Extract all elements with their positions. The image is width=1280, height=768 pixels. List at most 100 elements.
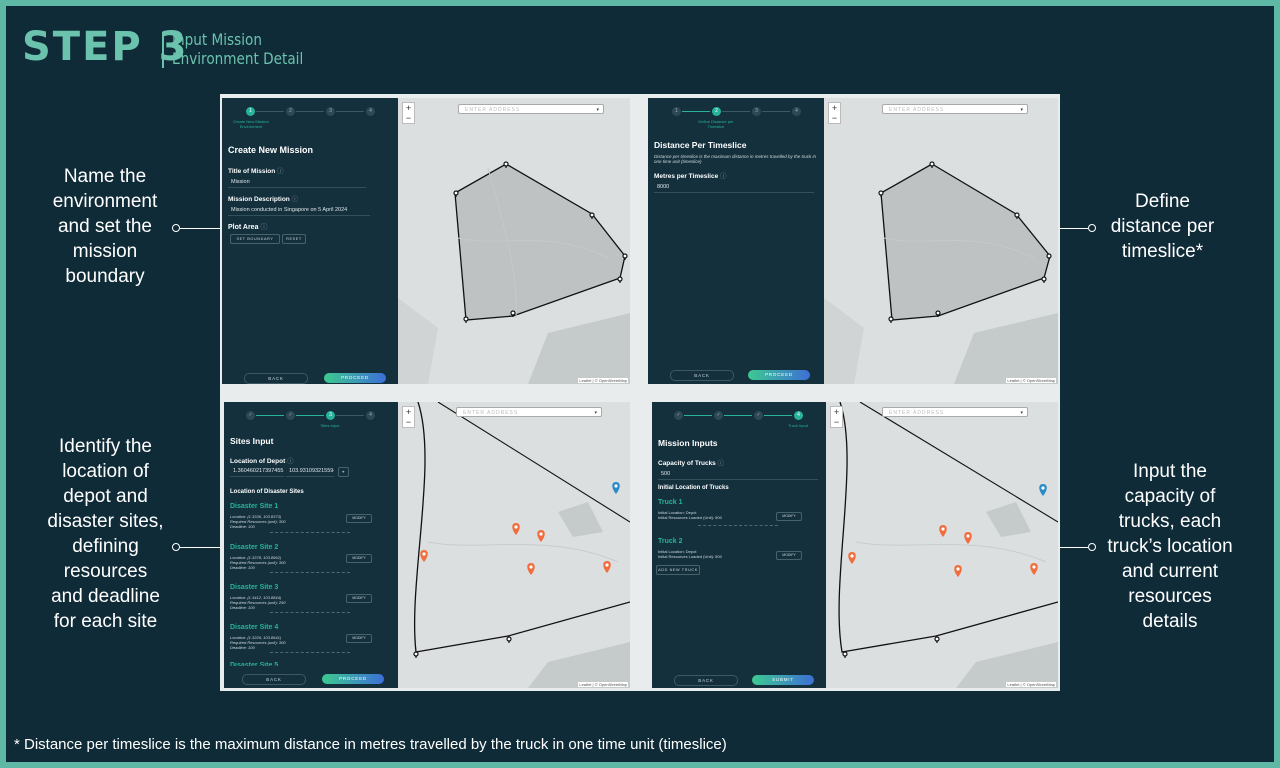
- annotation-environment: Name the environment and set the mission…: [30, 164, 180, 289]
- step-4[interactable]: 4: [366, 107, 375, 116]
- map-canvas: [824, 163, 1058, 384]
- map-attribution[interactable]: Leaflet | © OpenStreetMap: [578, 682, 628, 687]
- annotation-line: Input the: [1133, 461, 1207, 482]
- reset-button[interactable]: RESET: [282, 234, 306, 244]
- annotation-line: resources: [1128, 586, 1212, 607]
- zoom-out-button[interactable]: −: [831, 417, 842, 427]
- proceed-button[interactable]: PROCEED: [324, 373, 386, 383]
- divider: [270, 652, 350, 653]
- step-line: [296, 111, 324, 112]
- sites-input-panel: ✓ ✓ 3 4 Sites Input Sites Input Location…: [224, 402, 398, 688]
- modify-site-3-button[interactable]: MODIFY: [346, 594, 372, 603]
- step-1-done[interactable]: ✓: [246, 411, 255, 420]
- label-text: Capacity of Trucks: [658, 460, 716, 467]
- proceed-button[interactable]: PROCEED: [322, 674, 384, 684]
- back-button[interactable]: BACK: [674, 675, 738, 686]
- proceed-button[interactable]: PROCEED: [748, 370, 810, 380]
- depot-latitude-input[interactable]: 1.360460217397455: [230, 466, 284, 477]
- locate-pin-icon[interactable]: ⌖: [338, 467, 349, 477]
- depot-longitude-input[interactable]: 103.931093215594: [286, 466, 334, 477]
- map-view[interactable]: + − ENTER ADDRESS ▾ Leaflet | © OpenStreet…: [398, 402, 630, 688]
- step-4[interactable]: 4: [792, 107, 801, 116]
- step-label: Define Distance per Timeslice: [698, 119, 734, 129]
- zoom-in-button[interactable]: +: [831, 407, 842, 417]
- step-3[interactable]: 3: [326, 107, 335, 116]
- annotation-line: truck’s location: [1107, 536, 1233, 557]
- step-line: [256, 415, 284, 416]
- modify-truck-1-button[interactable]: MODIFY: [776, 512, 802, 521]
- info-icon: ⓘ: [717, 460, 725, 467]
- modify-site-1-button[interactable]: MODIFY: [346, 514, 372, 523]
- step-line: [336, 111, 364, 112]
- divider: [270, 572, 350, 573]
- truck-resources: Initial Resources Loaded (Unit): 500: [658, 515, 722, 520]
- address-search-input[interactable]: ENTER ADDRESS ▾: [882, 104, 1028, 114]
- step-3-done[interactable]: ✓: [754, 411, 763, 420]
- back-button[interactable]: BACK: [244, 373, 308, 384]
- annotation-line: timeslice*: [1121, 241, 1204, 262]
- address-search-input[interactable]: ENTER ADDRESS ▾: [458, 104, 604, 114]
- back-button[interactable]: BACK: [242, 674, 306, 685]
- zoom-in-button[interactable]: +: [829, 103, 840, 113]
- step-2[interactable]: 2: [712, 107, 721, 116]
- step-4[interactable]: 4: [794, 411, 803, 420]
- map-attribution[interactable]: Leaflet | © OpenStreetMap: [578, 378, 628, 383]
- zoom-out-button[interactable]: −: [829, 113, 840, 123]
- address-search-input[interactable]: ENTER ADDRESS ▾: [456, 407, 602, 417]
- label-text: Mission Description: [228, 196, 290, 203]
- step-4[interactable]: 4: [366, 411, 375, 420]
- map-attribution[interactable]: Leaflet | © OpenStreetMap: [1006, 682, 1056, 687]
- step-2[interactable]: 2: [286, 107, 295, 116]
- zoom-in-button[interactable]: +: [403, 103, 414, 113]
- zoom-in-button[interactable]: +: [403, 407, 414, 417]
- annotation-line: trucks, each: [1118, 511, 1222, 532]
- set-boundary-button[interactable]: SET BOUNDARY: [230, 234, 280, 244]
- modify-site-4-button[interactable]: MODIFY: [346, 634, 372, 643]
- search-placeholder: ENTER ADDRESS: [465, 107, 521, 113]
- info-icon: ⓘ: [720, 173, 727, 180]
- map-canvas: [838, 402, 1058, 688]
- submit-button[interactable]: SUBMIT: [752, 675, 814, 685]
- truck-capacity-input[interactable]: 500: [658, 469, 818, 480]
- step-3[interactable]: 3: [752, 107, 761, 116]
- step-line: [722, 111, 750, 112]
- connector-line: [180, 228, 222, 229]
- distance-description: Distance per timeslice is the maximum di…: [654, 154, 817, 164]
- connector-line: [180, 547, 222, 548]
- zoom-out-button[interactable]: −: [403, 417, 414, 427]
- modify-truck-2-button[interactable]: MODIFY: [776, 551, 802, 560]
- label-text: Location of Depot: [230, 458, 286, 465]
- map-view[interactable]: + − ENTER ADDRESS ▾ Leaflet | © OpenStreet…: [826, 402, 1058, 688]
- map-attribution[interactable]: Leaflet | © OpenStreetMap: [1006, 378, 1056, 383]
- step-2-done[interactable]: ✓: [286, 411, 295, 420]
- label-text: Metres per Timeslice: [654, 173, 719, 180]
- zoom-out-button[interactable]: −: [403, 113, 414, 123]
- annotation-distance: Define distance per timeslice*: [1090, 189, 1235, 264]
- step-1-done[interactable]: ✓: [674, 411, 683, 420]
- truck-resources: Initial Resources Loaded (Unit): 500: [658, 554, 722, 559]
- annotation-line: and deadline: [51, 586, 160, 607]
- add-new-truck-button[interactable]: ADD NEW TRUCK: [656, 565, 700, 575]
- site-name-partial: Disaster Site 5: [230, 662, 279, 666]
- step-1[interactable]: 1: [246, 107, 255, 116]
- step-line: [256, 111, 284, 112]
- info-icon: ⓘ: [287, 458, 294, 465]
- back-button[interactable]: BACK: [670, 370, 734, 381]
- step-2-done[interactable]: ✓: [714, 411, 723, 420]
- connector-dot: [172, 224, 180, 232]
- step-label: Sites Input: [320, 423, 340, 428]
- mission-description-input[interactable]: Mission conducted in Singapore on 5 Apri…: [228, 205, 370, 216]
- annotation-line: mission: [72, 241, 138, 262]
- mission-title-input[interactable]: Mission: [228, 177, 366, 188]
- modify-site-2-button[interactable]: MODIFY: [346, 554, 372, 563]
- screenshot-grid: 1 2 3 4 Create New Mission Environment C…: [220, 94, 1060, 691]
- step-3[interactable]: 3: [326, 411, 335, 420]
- map-view[interactable]: + − ENTER ADDRESS ▾ Leaflet | © OpenStreet…: [824, 98, 1058, 384]
- address-search-input[interactable]: ENTER ADDRESS ▾: [882, 407, 1028, 417]
- map-view[interactable]: + − ENTER ADDRESS ▾ Leaflet | © OpenStreet…: [398, 98, 630, 384]
- truck-name: Truck 1: [658, 499, 683, 506]
- step-1[interactable]: 1: [672, 107, 681, 116]
- progress-stepper: 1 2 3 4 Define Distance per Timeslice: [648, 106, 824, 136]
- label-text: Plot Area: [228, 224, 259, 231]
- metres-per-timeslice-input[interactable]: 8000: [654, 182, 814, 193]
